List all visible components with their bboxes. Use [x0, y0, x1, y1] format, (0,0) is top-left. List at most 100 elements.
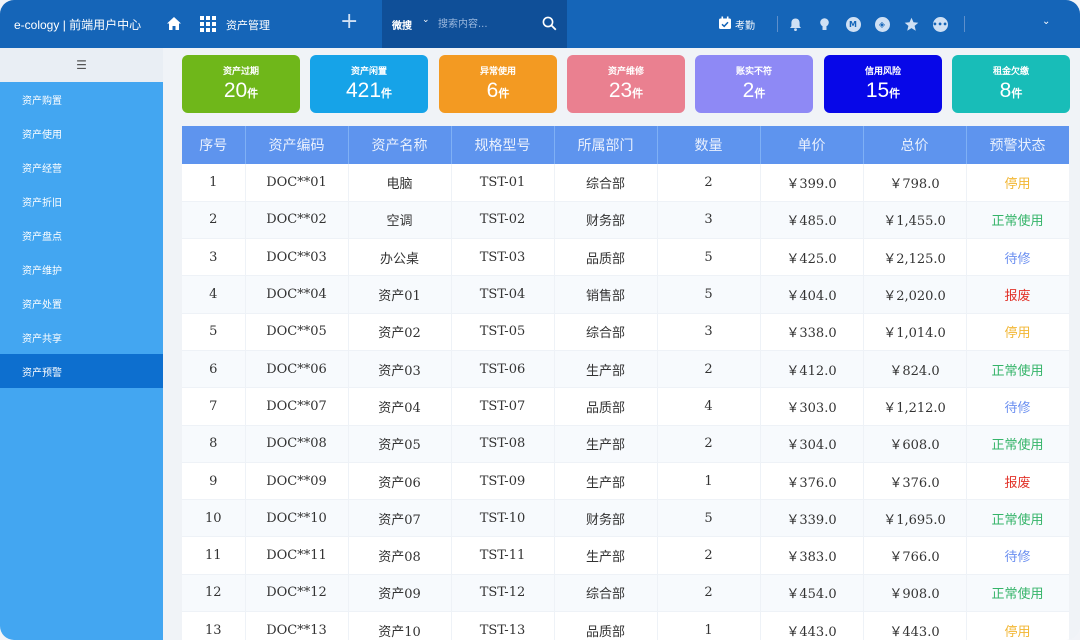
chevron-down-icon[interactable]: ⌄	[422, 15, 430, 25]
attendance-button[interactable]: 考勤	[718, 16, 755, 33]
search-scope-select[interactable]: 微搜	[392, 17, 412, 32]
cell-quantity: 5	[657, 499, 761, 538]
table-row[interactable]: 3 DOC**03 办公桌 TST-03 品质部 5 ￥425.0 ￥2,125.0 待修	[182, 238, 1069, 277]
card-abnormal-use[interactable]: 异常使用 6件	[439, 55, 557, 113]
cell-index: 9	[182, 462, 246, 501]
cell-total-price: ￥1,212.0	[863, 387, 967, 426]
card-credit-risk[interactable]: 信用风险 15件	[824, 55, 942, 113]
table-row[interactable]: 10 DOC**10 资产07 TST-10 财务部 5 ￥339.0 ￥1,695.0 正常使…	[182, 499, 1069, 538]
cell-status: 正常使用	[966, 574, 1069, 613]
app-window: e-cology | 前端用户中心 资产管理 + 微搜 ⌄ 搜索内容... 考勤…	[0, 0, 1080, 640]
card-expired[interactable]: 资产过期 20件	[182, 55, 300, 113]
sidebar-item-sharing[interactable]: 资产共享	[0, 320, 163, 354]
search-input[interactable]	[438, 16, 538, 32]
column-header-department[interactable]: 所属部门	[554, 126, 658, 164]
cell-quantity: 3	[657, 201, 761, 240]
column-header-quantity[interactable]: 数量	[657, 126, 761, 164]
cell-quantity: 2	[657, 574, 761, 613]
lightbulb-icon[interactable]	[813, 13, 835, 35]
sidebar-item-depreciation[interactable]: 资产折旧	[0, 184, 163, 218]
table-row[interactable]: 11 DOC**11 资产08 TST-11 生产部 2 ￥383.0 ￥766.0 待修	[182, 536, 1069, 575]
cell-quantity: 3	[657, 313, 761, 351]
cell-code: DOC**03	[245, 238, 349, 277]
card-rent-arrears[interactable]: 租金欠缴 8件	[952, 55, 1070, 113]
table-row[interactable]: 1 DOC**01 电脑 TST-01 综合部 2 ￥399.0 ￥798.0 停用	[182, 164, 1069, 202]
table-row[interactable]: 9 DOC**09 资产06 TST-09 生产部 1 ￥376.0 ￥376.0 报废	[182, 462, 1069, 501]
sidebar-item-operation[interactable]: 资产经营	[0, 150, 163, 184]
apps-grid-icon[interactable]	[200, 16, 216, 36]
cell-index: 7	[182, 387, 246, 426]
card-repair[interactable]: 资产维修 23件	[567, 55, 685, 113]
search-icon[interactable]	[542, 16, 557, 35]
card-idle[interactable]: 资产闲置 421件	[310, 55, 428, 113]
sidebar-item-usage[interactable]: 资产使用	[0, 116, 163, 150]
table-row[interactable]: 13 DOC**13 资产10 TST-13 品质部 1 ￥443.0 ￥443.0 停用	[182, 611, 1069, 640]
plus-icon[interactable]: +	[340, 9, 358, 34]
cell-index: 13	[182, 611, 246, 640]
card-title: 资产闲置	[350, 67, 387, 77]
star-icon[interactable]	[900, 13, 922, 35]
column-header-total-price[interactable]: 总价	[863, 126, 967, 164]
asset-table: 序号 资产编码 资产名称 规格型号 所属部门 数量 单价 总价 预警状态 1 DO…	[182, 126, 1069, 640]
attendance-label: 考勤	[735, 20, 755, 32]
sidebar-item-disposal[interactable]: 资产处置	[0, 286, 163, 320]
sidebar-item-label: 资产经营	[22, 163, 62, 175]
sidebar-item-label: 资产预警	[22, 367, 62, 379]
cell-quantity: 2	[657, 350, 761, 389]
cell-total-price: ￥443.0	[863, 611, 967, 640]
table-row[interactable]: 7 DOC**07 资产04 TST-07 品质部 4 ￥303.0 ￥1,212.0 待修	[182, 387, 1069, 426]
cell-total-price: ￥376.0	[863, 462, 967, 501]
table-body: 1 DOC**01 电脑 TST-01 综合部 2 ￥399.0 ￥798.0 停用 2 DOC**…	[182, 164, 1069, 640]
summary-cards: 资产过期 20件 资产闲置 421件 异常使用 6件 资产维修 23件 账实不符…	[182, 55, 1070, 113]
cell-name: 资产05	[348, 425, 452, 463]
table-row[interactable]: 12 DOC**12 资产09 TST-12 综合部 2 ￥454.0 ￥908.0 正常使用	[182, 574, 1069, 613]
column-header-spec[interactable]: 规格型号	[451, 126, 555, 164]
mail-icon[interactable]: M	[842, 13, 864, 35]
column-header-unit-price[interactable]: 单价	[760, 126, 864, 164]
toolbar-divider	[777, 16, 778, 32]
cell-total-price: ￥908.0	[863, 574, 967, 613]
card-value: 8件	[999, 79, 1023, 102]
card-mismatch[interactable]: 账实不符 2件	[695, 55, 813, 113]
cell-name: 资产10	[348, 611, 452, 640]
table-row[interactable]: 5 DOC**05 资产02 TST-05 综合部 3 ￥338.0 ￥1,014.0 停用	[182, 313, 1069, 351]
home-icon[interactable]	[165, 15, 183, 33]
table-row[interactable]: 4 DOC**04 资产01 TST-04 销售部 5 ￥404.0 ￥2,020.0 报废	[182, 275, 1069, 314]
chat-icon[interactable]: •••	[929, 13, 951, 35]
cell-code: DOC**06	[245, 350, 349, 389]
bell-icon[interactable]	[784, 13, 806, 35]
cell-index: 11	[182, 536, 246, 575]
cell-unit-price: ￥304.0	[760, 425, 864, 463]
column-header-index[interactable]: 序号	[182, 126, 246, 164]
cell-spec: TST-12	[451, 574, 555, 613]
sidebar-item-purchase[interactable]: 资产购置	[0, 82, 163, 116]
cell-department: 财务部	[554, 201, 658, 240]
cell-department: 综合部	[554, 574, 658, 613]
column-header-warning-status[interactable]: 预警状态	[966, 126, 1069, 164]
column-header-code[interactable]: 资产编码	[245, 126, 349, 164]
top-bar: e-cology | 前端用户中心 资产管理 + 微搜 ⌄ 搜索内容... 考勤…	[0, 0, 1080, 48]
compass-icon[interactable]: ◈	[871, 13, 893, 35]
cell-name: 资产03	[348, 350, 452, 389]
table-row[interactable]: 8 DOC**08 资产05 TST-08 生产部 2 ￥304.0 ￥608.0 正常使用	[182, 425, 1069, 463]
card-title: 资产过期	[222, 67, 259, 77]
cell-total-price: ￥1,695.0	[863, 499, 967, 538]
sidebar-item-warning[interactable]: 资产预警	[0, 354, 163, 388]
cell-status: 待修	[966, 387, 1069, 426]
table-row[interactable]: 6 DOC**06 资产03 TST-06 生产部 2 ￥412.0 ￥824.0 正常使用	[182, 350, 1069, 389]
cell-unit-price: ￥399.0	[760, 164, 864, 202]
cell-unit-price: ￥339.0	[760, 499, 864, 538]
brand-title[interactable]: e-cology | 前端用户中心	[0, 16, 160, 33]
cell-code: DOC**04	[245, 275, 349, 314]
cell-department: 生产部	[554, 536, 658, 575]
cell-department: 销售部	[554, 275, 658, 314]
user-menu-chevron-icon[interactable]: ⌄	[1042, 16, 1050, 27]
menu-collapse-icon[interactable]: ☰	[0, 48, 163, 82]
cell-department: 生产部	[554, 350, 658, 389]
sidebar-item-maintenance[interactable]: 资产维护	[0, 252, 163, 286]
sidebar-item-inventory[interactable]: 资产盘点	[0, 218, 163, 252]
table-row[interactable]: 2 DOC**02 空调 TST-02 财务部 3 ￥485.0 ￥1,455.0 正常使用	[182, 201, 1069, 240]
module-title[interactable]: 资产管理	[226, 17, 270, 33]
card-value: 20件	[223, 79, 259, 102]
column-header-name[interactable]: 资产名称	[348, 126, 452, 164]
